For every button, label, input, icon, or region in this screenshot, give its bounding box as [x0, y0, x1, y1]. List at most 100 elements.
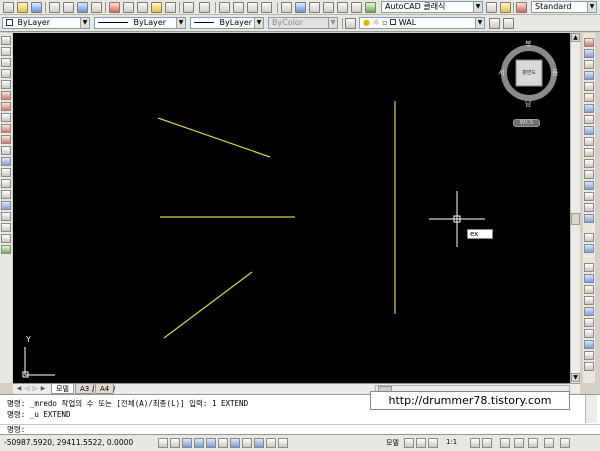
properties-icon[interactable] [281, 2, 292, 13]
dynamic-ucs-icon[interactable] [242, 438, 252, 448]
cut-icon[interactable] [109, 2, 120, 13]
markup-icon[interactable] [337, 2, 348, 13]
zoom-window-icon[interactable] [247, 2, 258, 13]
polar-tracking-icon[interactable] [194, 438, 204, 448]
circle-icon[interactable] [1, 102, 11, 111]
rectangle-icon[interactable] [1, 80, 11, 89]
color-select[interactable]: ByLayer ▼ [2, 17, 90, 29]
3d-object-snap-icon[interactable] [218, 438, 228, 448]
last-tab-icon[interactable]: ▶ [39, 385, 47, 393]
vertical-scrollbar[interactable]: ▲ ▼ [570, 33, 580, 383]
offset-icon[interactable] [584, 71, 594, 80]
scroll-down-icon[interactable]: ▼ [571, 373, 580, 382]
stretch-icon[interactable] [584, 126, 594, 135]
pan-status-icon[interactable] [428, 438, 438, 448]
plot-preview-icon[interactable] [63, 2, 74, 13]
lineweight-toggle-icon[interactable] [266, 438, 276, 448]
help-icon[interactable] [365, 2, 376, 13]
annotation-scale[interactable]: 1:1 [446, 438, 457, 446]
pan-icon[interactable] [219, 2, 230, 13]
match-properties-icon[interactable] [151, 2, 162, 13]
move-icon[interactable] [584, 93, 594, 102]
layer-previous-icon[interactable] [503, 18, 514, 29]
join-icon[interactable] [584, 181, 594, 190]
zoom-realtime-icon[interactable] [233, 2, 244, 13]
break-at-point-icon[interactable] [584, 159, 594, 168]
quickcalc-icon[interactable] [351, 2, 362, 13]
quick-view-icon[interactable] [416, 438, 426, 448]
coordinate-display[interactable]: -50987.5920, 29411.5522, 0.0000 [4, 438, 133, 447]
wcs-menu-button[interactable]: WCS [513, 119, 540, 127]
layer-select[interactable]: ● ☼ ▫ WAL ▼ [359, 17, 485, 29]
region-icon[interactable] [1, 212, 11, 221]
erase-icon[interactable] [584, 38, 594, 47]
ellipse-arc-icon[interactable] [1, 146, 11, 155]
text-edit-icon[interactable] [584, 244, 594, 253]
ortho-mode-icon[interactable] [182, 438, 192, 448]
chamfer-icon[interactable] [584, 192, 594, 201]
workspace-switch-icon[interactable] [500, 438, 510, 448]
point-icon[interactable] [1, 179, 11, 188]
first-tab-icon[interactable]: ◀ [15, 385, 23, 393]
lineweight-select[interactable]: ByLayer ▼ [190, 17, 264, 29]
text-style-icon[interactable] [516, 2, 527, 13]
dynamic-input-icon[interactable] [254, 438, 264, 448]
copy-icon[interactable] [123, 2, 134, 13]
gradient-icon[interactable] [1, 201, 11, 210]
drawing-canvas[interactable]: 북 남 동 서 평면도 WCS ex Y [13, 33, 570, 383]
lock-icon[interactable] [514, 438, 524, 448]
redo-icon[interactable] [199, 2, 210, 13]
tab-a4[interactable]: A4 [95, 384, 115, 394]
ungroup-icon[interactable] [584, 340, 594, 349]
paste-icon[interactable] [137, 2, 148, 13]
auto-scale-icon[interactable] [482, 438, 492, 448]
array-icon[interactable] [584, 82, 594, 91]
hatch-icon[interactable] [1, 190, 11, 199]
workspace-select[interactable]: AutoCAD 클래식 ▼ [381, 1, 483, 13]
group-icon[interactable] [584, 329, 594, 338]
break-icon[interactable] [584, 170, 594, 179]
line-icon[interactable] [1, 36, 11, 45]
hatch-edit-icon[interactable] [584, 263, 594, 272]
insert-block-icon[interactable] [1, 157, 11, 166]
vertical-scroll-thumb[interactable] [571, 213, 580, 225]
status-menu-icon[interactable] [544, 438, 554, 448]
trim-icon[interactable] [584, 137, 594, 146]
slanted-line-lower[interactable] [163, 271, 253, 339]
model-space-button[interactable]: 모델 [386, 438, 399, 448]
ellipse-icon[interactable] [1, 135, 11, 144]
construction-line-icon[interactable] [1, 47, 11, 56]
layer-manager-icon[interactable] [345, 18, 356, 29]
polyline-edit-icon[interactable] [584, 274, 594, 283]
rotate-icon[interactable] [584, 104, 594, 113]
linetype-select[interactable]: ByLayer ▼ [94, 17, 186, 29]
multiline-text-icon[interactable] [1, 234, 11, 243]
save-icon[interactable] [31, 2, 42, 13]
new-file-icon[interactable] [3, 2, 14, 13]
slanted-line-upper[interactable] [157, 117, 271, 158]
text-style-select[interactable]: Standard ▼ [531, 1, 597, 13]
dynamic-input-field[interactable]: ex [467, 229, 493, 239]
object-snap-tracking-icon[interactable] [230, 438, 240, 448]
block-editor-icon[interactable] [165, 2, 176, 13]
sheet-set-icon[interactable] [323, 2, 334, 13]
spline-edit-icon[interactable] [584, 285, 594, 294]
make-current-layer-icon[interactable] [489, 18, 500, 29]
quick-properties-icon[interactable] [278, 438, 288, 448]
layer-icon[interactable] [500, 2, 511, 13]
attribute-edit-icon[interactable] [584, 296, 594, 305]
polygon-icon[interactable] [1, 69, 11, 78]
layout-icon[interactable] [404, 438, 414, 448]
command-scrollbar[interactable] [585, 395, 597, 423]
multiline-edit-icon[interactable] [584, 318, 594, 327]
scale-icon[interactable] [584, 115, 594, 124]
previous-tab-icon[interactable]: ◁ [23, 385, 31, 393]
object-snap-icon[interactable] [206, 438, 216, 448]
table-icon[interactable] [1, 223, 11, 232]
publish-icon[interactable] [77, 2, 88, 13]
tool-palettes-icon[interactable] [309, 2, 320, 13]
undo-icon[interactable] [183, 2, 194, 13]
grid-mode-icon[interactable] [170, 438, 180, 448]
make-block-icon[interactable] [1, 168, 11, 177]
scroll-up-icon[interactable]: ▲ [571, 33, 580, 42]
